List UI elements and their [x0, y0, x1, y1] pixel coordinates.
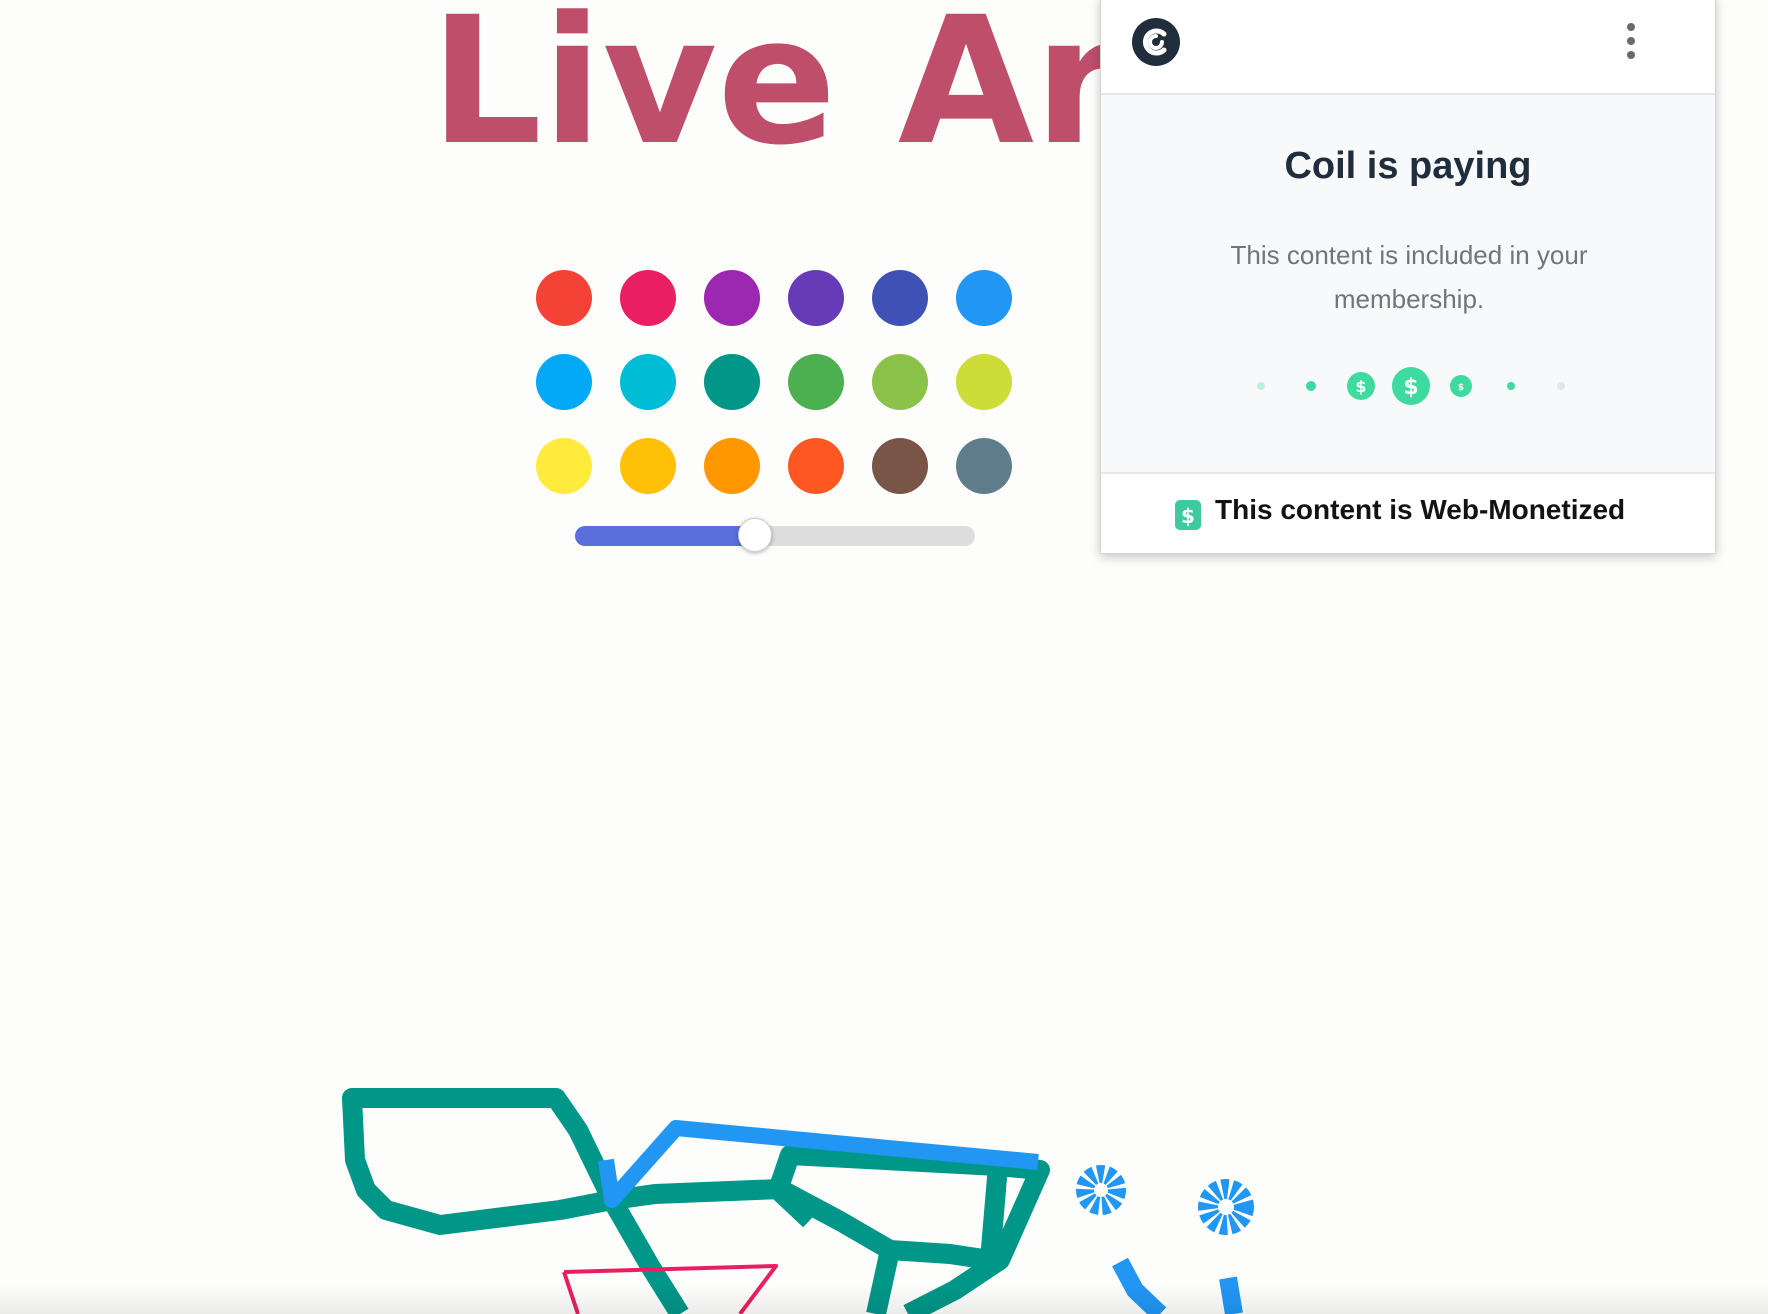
teal-stroke-outline	[342, 1088, 622, 1235]
popup-heading: Coil is paying	[1284, 145, 1532, 187]
popup-header	[1101, 0, 1715, 95]
teal-stroke-path	[603, 1145, 1050, 1314]
blue-stroke-swoosh	[1112, 1257, 1243, 1314]
svg-text:$: $	[1181, 504, 1195, 528]
dollar-coin-icon: $	[1392, 367, 1430, 405]
coil-extension-popup: Coil is paying This content is included …	[1100, 0, 1716, 554]
popup-footer: $ This content is Web-Monetized	[1101, 472, 1715, 553]
svg-text:$: $	[1403, 375, 1418, 400]
web-monetized-label: This content is Web-Monetized	[1215, 494, 1626, 525]
coil-logo-icon[interactable]	[1131, 17, 1181, 67]
dollar-badge-icon: $	[1175, 500, 1201, 530]
dollar-coin-icon: $	[1347, 372, 1375, 400]
dollar-coin-icon: $	[1450, 375, 1472, 397]
blue-stroke-blob	[1076, 1165, 1126, 1215]
svg-text:$: $	[1458, 383, 1464, 393]
kebab-menu-icon[interactable]	[1619, 21, 1643, 61]
blue-stroke-blob	[1198, 1179, 1254, 1235]
payment-stream-indicator: $ $ $	[1257, 367, 1565, 405]
svg-text:$: $	[1355, 377, 1366, 396]
popup-message: This content is included in your members…	[1230, 240, 1588, 314]
